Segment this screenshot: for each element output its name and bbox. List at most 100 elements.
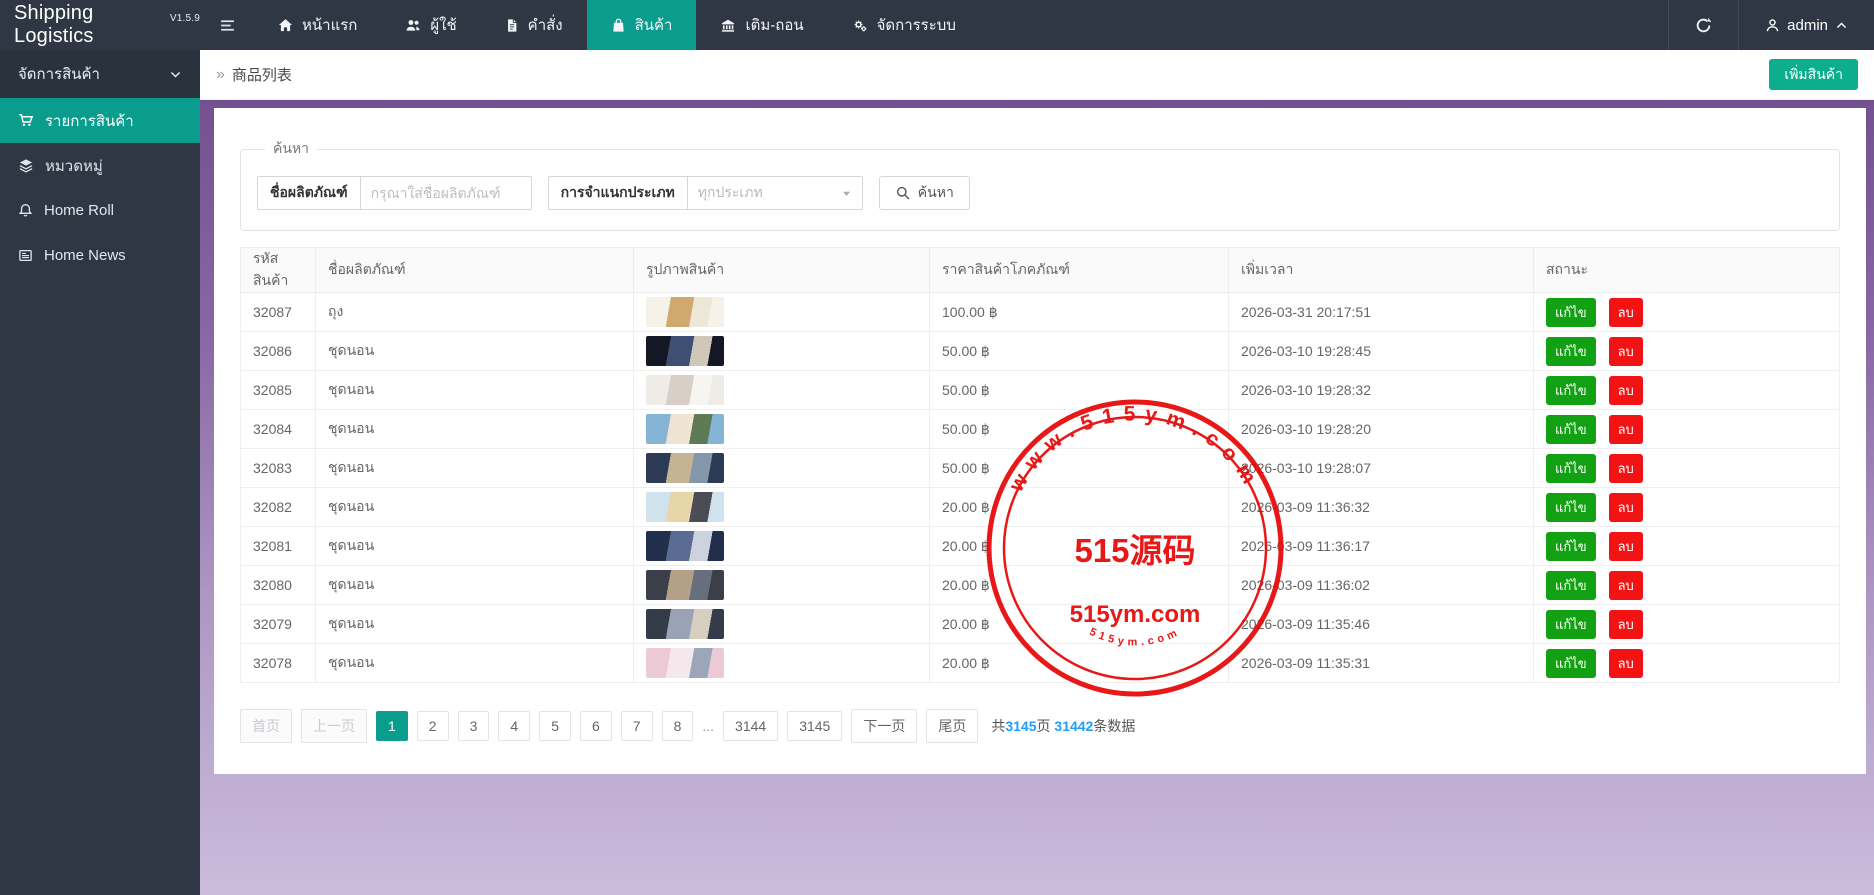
sidebar-item-1[interactable]: รายการสินค้า: [0, 98, 200, 143]
product-price: 20.00 ฿: [930, 566, 1229, 605]
delete-button[interactable]: ลบ: [1609, 376, 1643, 405]
app-version: V1.5.9: [170, 13, 200, 24]
page-number-button[interactable]: 4: [498, 711, 530, 741]
page-number-button[interactable]: 3145: [787, 711, 842, 741]
category-selected-value: ทุกประเภท: [698, 182, 763, 204]
bag-icon: [611, 18, 626, 33]
edit-button[interactable]: แก้ไข: [1546, 649, 1596, 678]
page-number-button[interactable]: 7: [621, 711, 653, 741]
nav-item-label: เติม-ถอน: [745, 13, 803, 37]
product-name: ชุดนอน: [316, 332, 634, 371]
page-number-button[interactable]: 2: [417, 711, 449, 741]
product-name-input[interactable]: [360, 176, 532, 210]
page-number-button[interactable]: 5: [539, 711, 571, 741]
pagination-summary: 共3145页 31442条数据: [991, 716, 1135, 736]
page-first-button: 首页: [240, 709, 292, 743]
nav-item-label: สินค้า: [635, 13, 673, 37]
total-pages: 3145: [1005, 718, 1036, 734]
user-menu[interactable]: admin: [1739, 0, 1874, 50]
nav-item-2[interactable]: ผู้ใช้: [381, 0, 480, 50]
delete-button[interactable]: ลบ: [1609, 571, 1643, 600]
page-prev-button: 上一页: [301, 709, 367, 743]
product-price: 100.00 ฿: [930, 293, 1229, 332]
nav-item-3[interactable]: คำสั่ง: [481, 0, 587, 50]
edit-button[interactable]: แก้ไข: [1546, 376, 1596, 405]
product-id: 32085: [241, 371, 316, 410]
page-number-button[interactable]: 3: [458, 711, 490, 741]
sidebar-item-4[interactable]: Home News: [0, 233, 200, 278]
product-added-time: 2026-03-09 11:36:17: [1229, 527, 1534, 566]
nav-item-4[interactable]: สินค้า: [587, 0, 697, 50]
nav-item-6[interactable]: จัดการระบบ: [828, 0, 980, 50]
delete-button[interactable]: ลบ: [1609, 415, 1643, 444]
page-number-button[interactable]: 3144: [723, 711, 778, 741]
page-next-button[interactable]: 下一页: [851, 709, 917, 743]
cart-icon: [18, 113, 34, 128]
table-row: 32082 ชุดนอน 20.00 ฿ 2026-03-09 11:36:32…: [241, 488, 1840, 527]
page-last-button[interactable]: 尾页: [926, 709, 978, 743]
product-added-time: 2026-03-10 19:28:07: [1229, 449, 1534, 488]
edit-button[interactable]: แก้ไข: [1546, 337, 1596, 366]
breadcrumb: » 商品列表: [216, 64, 292, 85]
sidebar-item-2[interactable]: หมวดหมู่: [0, 143, 200, 188]
page-number-button[interactable]: 1: [376, 711, 408, 741]
edit-button[interactable]: แก้ไข: [1546, 610, 1596, 639]
delete-button[interactable]: ลบ: [1609, 454, 1643, 483]
product-id: 32078: [241, 644, 316, 683]
topbar: Shipping Logistics V1.5.9 หน้าแรก ผู้ใช้…: [0, 0, 1874, 50]
sidebar: จัดการสินค้า รายการสินค้า หมวดหมู่ Home …: [0, 50, 200, 895]
delete-button[interactable]: ลบ: [1609, 493, 1643, 522]
product-added-time: 2026-03-31 20:17:51: [1229, 293, 1534, 332]
product-id: 32086: [241, 332, 316, 371]
product-added-time: 2026-03-09 11:36:32: [1229, 488, 1534, 527]
add-product-button[interactable]: เพิ่มสินค้า: [1769, 59, 1858, 90]
nav-item-1[interactable]: หน้าแรก: [254, 0, 381, 50]
edit-button[interactable]: แก้ไข: [1546, 454, 1596, 483]
table-row: 32086 ชุดนอน 50.00 ฿ 2026-03-10 19:28:45…: [241, 332, 1840, 371]
product-image: [646, 336, 724, 366]
sidebar-item-3[interactable]: Home Roll: [0, 188, 200, 233]
delete-button[interactable]: ลบ: [1609, 532, 1643, 561]
sidebar-toggle-button[interactable]: [200, 0, 254, 50]
category-select[interactable]: ทุกประเภท: [687, 176, 863, 210]
product-id: 32082: [241, 488, 316, 527]
nav-item-5[interactable]: เติม-ถอน: [696, 0, 827, 50]
edit-button[interactable]: แก้ไข: [1546, 298, 1596, 327]
search-button[interactable]: ค้นหา: [879, 176, 970, 210]
page-number-button[interactable]: 8: [662, 711, 694, 741]
page-title: 商品列表: [232, 64, 292, 85]
product-image: [646, 414, 724, 444]
edit-button[interactable]: แก้ไข: [1546, 493, 1596, 522]
edit-button[interactable]: แก้ไข: [1546, 415, 1596, 444]
delete-button[interactable]: ลบ: [1609, 298, 1643, 327]
breadcrumb-chevrons-icon: »: [216, 66, 225, 84]
app-title: Shipping Logistics: [14, 2, 167, 48]
users-icon: [405, 18, 421, 33]
home-icon: [278, 18, 293, 33]
page-number-button[interactable]: 6: [580, 711, 612, 741]
refresh-icon: [1695, 17, 1712, 34]
edit-button[interactable]: แก้ไข: [1546, 532, 1596, 561]
delete-button[interactable]: ลบ: [1609, 649, 1643, 678]
sidebar-item-label: Home Roll: [44, 202, 114, 219]
table-row: 32081 ชุดนอน 20.00 ฿ 2026-03-09 11:36:17…: [241, 527, 1840, 566]
layers-icon: [18, 158, 34, 173]
column-header: รหัสสินค้า: [241, 248, 316, 293]
product-image: [646, 492, 724, 522]
search-legend: ค้นหา: [265, 138, 317, 160]
delete-button[interactable]: ลบ: [1609, 610, 1643, 639]
product-id: 32083: [241, 449, 316, 488]
sidebar-section-products[interactable]: จัดการสินค้า: [0, 50, 200, 98]
product-name: ชุดนอน: [316, 410, 634, 449]
delete-button[interactable]: ลบ: [1609, 337, 1643, 366]
product-price: 50.00 ฿: [930, 410, 1229, 449]
product-name: ชุดนอน: [316, 644, 634, 683]
column-header: เพิ่มเวลา: [1229, 248, 1534, 293]
edit-button[interactable]: แก้ไข: [1546, 571, 1596, 600]
sidebar-item-label: รายการสินค้า: [45, 109, 134, 133]
topbar-right: admin: [1668, 0, 1874, 50]
sidebar-item-label: Home News: [44, 247, 126, 264]
refresh-button[interactable]: [1669, 0, 1738, 50]
app-brand: Shipping Logistics V1.5.9: [0, 0, 200, 50]
content-area: ค้นหา ชื่อผลิตภัณฑ์ การจำแนกประเภท ทุกปร…: [200, 100, 1874, 895]
